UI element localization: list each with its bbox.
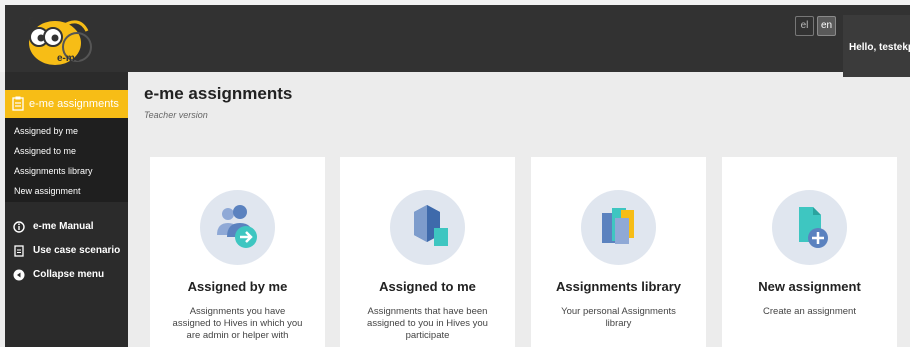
cube-icon — [414, 205, 448, 246]
active-arrow — [120, 99, 126, 109]
card-description: Your personal Assignments library — [561, 306, 676, 329]
assigned-by-me-icon-circle — [200, 190, 275, 265]
users-arrow-icon — [217, 205, 257, 248]
card-title: Assignments library — [556, 279, 681, 294]
sidebar-collapse-label: Collapse menu — [33, 269, 105, 280]
language-el-button[interactable]: el — [795, 16, 814, 36]
assigned-to-me-icon-circle — [390, 190, 465, 265]
user-greeting[interactable]: Hello, testekp — [843, 15, 910, 77]
document-icon — [14, 245, 24, 257]
submenu-new-assignment[interactable]: New assignment — [14, 186, 81, 196]
top-bar: e-me el en Hello, testekp — [0, 0, 910, 77]
files-library-icon — [602, 208, 634, 244]
submenu-assignments-library[interactable]: Assignments library — [14, 166, 93, 176]
new-assignment-icon-circle — [772, 190, 847, 265]
file-plus-icon — [799, 207, 828, 248]
card-description: Assignments you have assigned to Hives i… — [172, 306, 303, 341]
page-title: e-me assignments — [144, 84, 293, 103]
collapse-left-icon — [13, 269, 25, 281]
sidebar-item-e-me-manual[interactable]: e-me Manual — [5, 219, 128, 239]
info-circle-icon — [13, 221, 25, 233]
card-assignments-library[interactable]: Assignments library Your personal Assign… — [531, 157, 706, 347]
card-description: Create an assignment — [763, 306, 856, 317]
sidebar-item-collapse-menu[interactable]: Collapse menu — [5, 267, 128, 287]
page-subtitle: Teacher version — [144, 110, 208, 120]
card-title: New assignment — [758, 279, 861, 294]
sidebar-use-case-label: Use case scenario — [33, 245, 121, 256]
submenu-assigned-by-me[interactable]: Assigned by me — [14, 126, 78, 136]
sidebar-manual-label: e-me Manual — [33, 221, 94, 232]
e-me-logo[interactable]: e-me — [17, 13, 97, 69]
assignments-library-icon-circle — [581, 190, 656, 265]
sidebar-active-label: e-me assignments — [29, 98, 119, 110]
card-assigned-by-me[interactable]: Assigned by me Assignments you have assi… — [150, 157, 325, 347]
card-assigned-to-me[interactable]: Assigned to me Assignments that have bee… — [340, 157, 515, 347]
greeting-text: Hello, testekp — [849, 42, 910, 53]
submenu: Assigned by me Assigned to me Assignment… — [5, 118, 128, 202]
card-title: Assigned by me — [187, 279, 288, 294]
sidebar: e-me assignments Assigned by me Assigned… — [5, 72, 128, 347]
card-description: Assignments that have been assigned to y… — [367, 306, 488, 341]
card-new-assignment[interactable]: New assignment Create an assignment — [722, 157, 897, 347]
submenu-assigned-to-me[interactable]: Assigned to me — [14, 146, 76, 156]
sidebar-item-use-case-scenario[interactable]: Use case scenario — [5, 243, 128, 263]
logo-text: e-me — [57, 53, 81, 64]
card-title: Assigned to me — [379, 279, 476, 294]
sidebar-item-e-me-assignments[interactable]: e-me assignments — [5, 90, 128, 118]
language-en-button[interactable]: en — [817, 16, 836, 36]
clipboard-icon — [12, 96, 24, 111]
